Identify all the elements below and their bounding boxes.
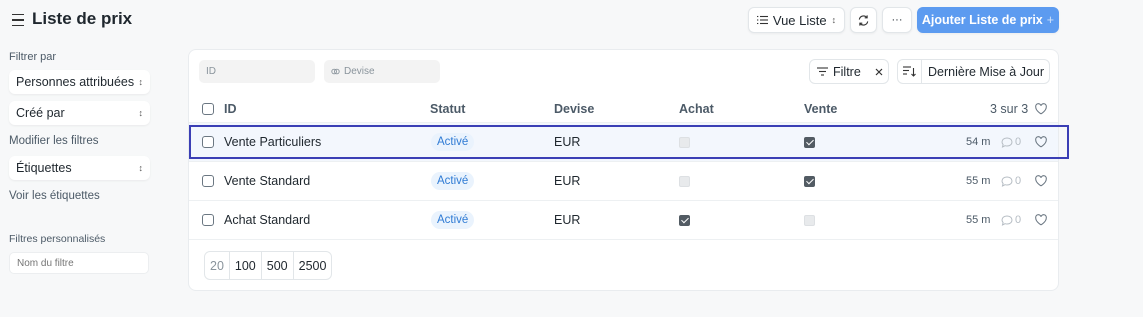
menu-icon[interactable]: [12, 14, 24, 26]
tags-label: Étiquettes: [16, 161, 72, 175]
row-currency: EUR: [554, 174, 581, 188]
sort-order-button[interactable]: [898, 60, 922, 83]
row-checkbox[interactable]: [202, 136, 214, 148]
select-all-checkbox[interactable]: [202, 102, 214, 115]
row-checkbox[interactable]: [202, 214, 214, 226]
modified-time: 55 m: [966, 214, 991, 226]
sort-button-group: Dernière Mise à Jour: [897, 59, 1050, 84]
close-icon: [875, 68, 883, 75]
buying-checkbox: [679, 136, 690, 148]
sort-field-button[interactable]: Dernière Mise à Jour: [922, 65, 1044, 79]
list-panel: ID Devise Filtre Dernière Mise à Jour ID…: [188, 49, 1059, 291]
page-length-selector: 20 100 500 2500: [204, 251, 333, 280]
link-icon: [331, 68, 340, 75]
chevron-updown-icon: ↕: [138, 162, 144, 173]
filter-button-group: Filtre: [809, 59, 889, 84]
row-currency: EUR: [554, 135, 581, 149]
heart-icon[interactable]: [1034, 174, 1048, 188]
more-actions-button[interactable]: ···: [882, 7, 912, 33]
refresh-icon: [858, 14, 869, 26]
chevron-updown-icon: ↕: [831, 15, 837, 25]
tags-filter[interactable]: Étiquettes ↕: [9, 156, 150, 180]
clear-filter-button[interactable]: [868, 60, 890, 83]
buying-checkbox: [679, 214, 690, 226]
comment-count: 0: [1015, 214, 1022, 226]
row-name[interactable]: Vente Standard: [224, 162, 310, 200]
table-row[interactable]: Vente Standard Activé EUR 55 m 0: [189, 161, 1058, 200]
filter-icon: [817, 67, 828, 76]
status-badge: Activé: [431, 172, 475, 190]
currency-filter-placeholder: Devise: [344, 66, 375, 77]
page-title: Liste de prix: [32, 9, 133, 28]
assigned-to-filter[interactable]: Personnes attribuées ↕: [9, 70, 150, 94]
table-row[interactable]: Achat Standard Activé EUR 55 m 0: [189, 200, 1058, 239]
row-checkbox[interactable]: [202, 175, 214, 187]
show-tags-link[interactable]: Voir les étiquettes: [9, 190, 100, 202]
chevron-updown-icon: ↕: [138, 107, 144, 118]
add-price-list-label: Ajouter Liste de prix: [921, 13, 1043, 27]
created-by-filter[interactable]: Créé par ↕: [9, 101, 150, 125]
status-badge: Activé: [431, 211, 475, 229]
row-name[interactable]: Achat Standard: [224, 201, 310, 239]
comment-icon: [1001, 136, 1013, 148]
buying-checkbox: [679, 175, 690, 187]
selling-checkbox: [804, 136, 815, 148]
sort-descending-icon: [903, 66, 916, 77]
list-icon: [756, 15, 768, 25]
refresh-button[interactable]: [850, 7, 877, 33]
page-size-2500[interactable]: 2500: [294, 252, 332, 279]
status-badge: Activé: [431, 133, 475, 151]
id-filter-input[interactable]: ID: [199, 60, 315, 83]
filter-button-label: Filtre: [833, 64, 861, 79]
currency-filter-input[interactable]: Devise: [324, 60, 440, 83]
filter-name-input[interactable]: [9, 252, 149, 274]
heart-icon[interactable]: [1034, 213, 1048, 227]
row-name[interactable]: Vente Particuliers: [224, 123, 321, 161]
comment-count: 0: [1015, 136, 1022, 148]
assigned-to-label: Personnes attribuées: [16, 75, 135, 89]
id-filter-placeholder: ID: [206, 66, 216, 77]
plus-icon: +: [1046, 13, 1055, 27]
table-row[interactable]: Vente Particuliers Activé EUR 54 m 0: [189, 122, 1058, 161]
heart-icon[interactable]: [1034, 102, 1048, 116]
row-currency: EUR: [554, 213, 581, 227]
custom-filters-label: Filtres personnalisés: [9, 233, 106, 245]
heart-icon[interactable]: [1034, 135, 1048, 149]
page-size-100[interactable]: 100: [230, 252, 262, 279]
comment-icon: [1001, 214, 1013, 226]
selling-checkbox: [804, 175, 815, 187]
page-size-500[interactable]: 500: [262, 252, 294, 279]
modified-time: 55 m: [966, 175, 991, 187]
filter-button[interactable]: Filtre: [810, 60, 868, 83]
filter-by-label: Filtrer par: [9, 51, 57, 63]
view-switcher-label: Vue Liste: [772, 12, 827, 28]
modified-time: 54 m: [966, 136, 991, 148]
comment-icon: [1001, 175, 1013, 187]
page-size-20[interactable]: 20: [205, 252, 230, 279]
created-by-label: Créé par: [16, 106, 65, 120]
view-switcher-button[interactable]: Vue Liste ↕: [748, 7, 845, 33]
comment-count: 0: [1015, 175, 1022, 187]
selling-checkbox: [804, 214, 815, 226]
edit-filters-link[interactable]: Modifier les filtres: [9, 135, 98, 147]
chevron-updown-icon: ↕: [138, 76, 144, 87]
add-price-list-button[interactable]: Ajouter Liste de prix +: [917, 7, 1059, 33]
